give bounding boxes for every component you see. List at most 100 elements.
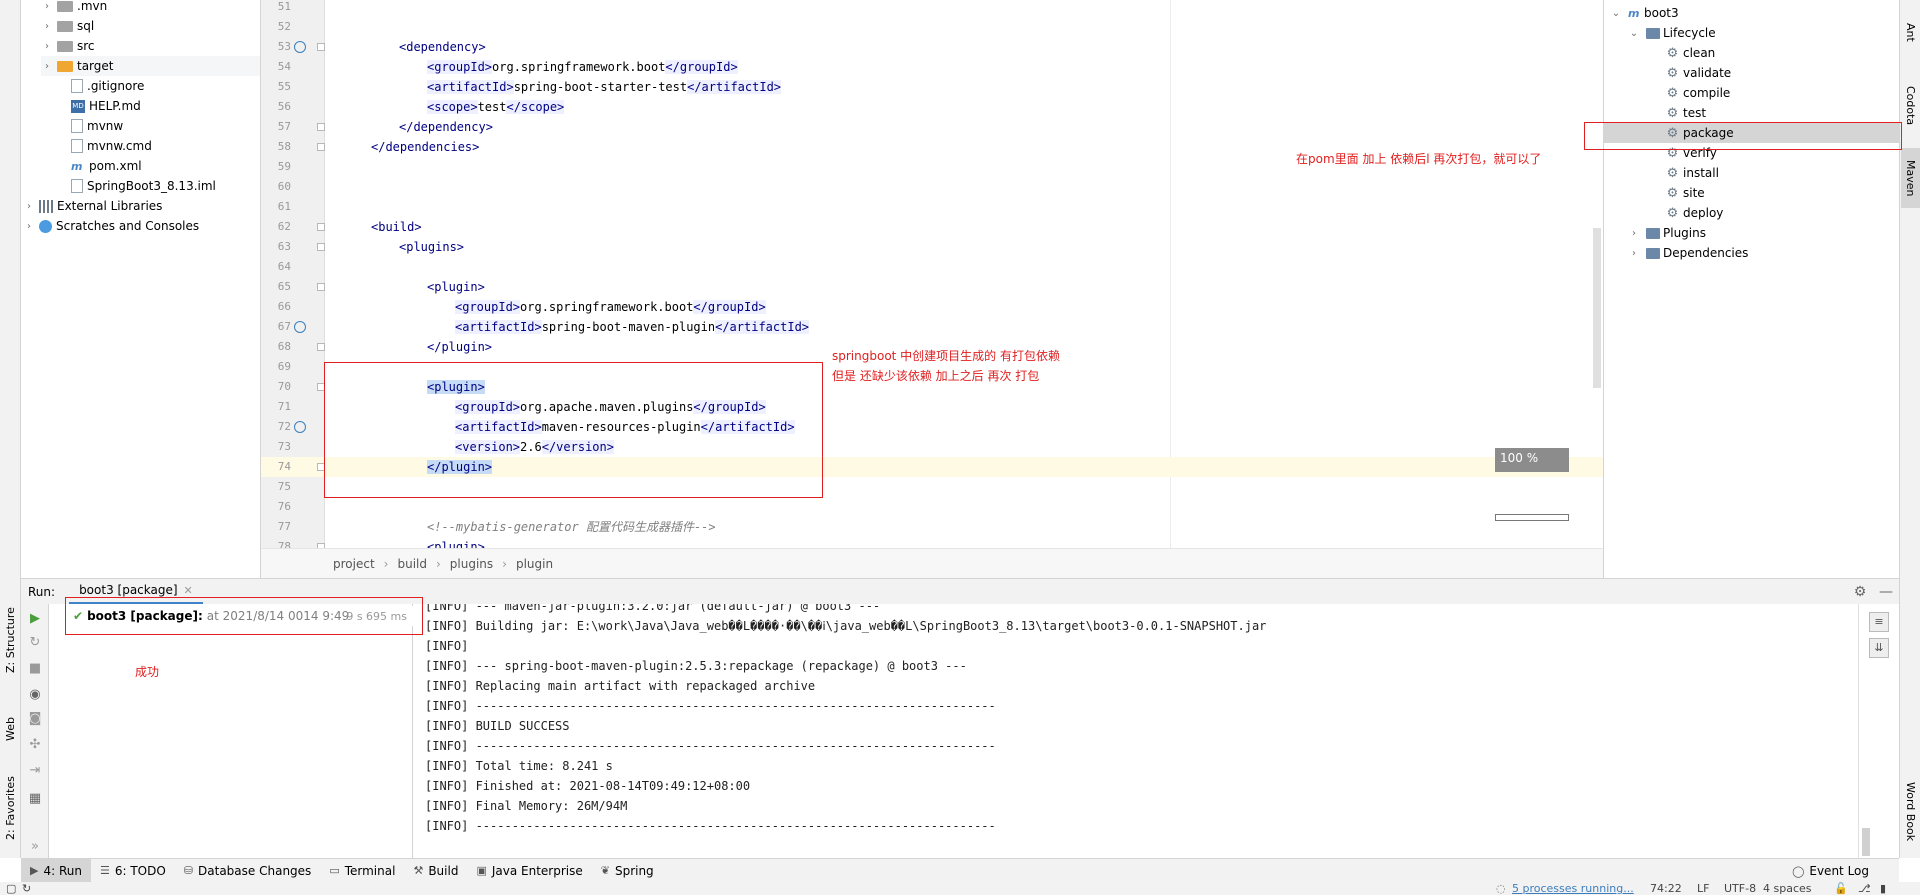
tree-item[interactable]: › target — [41, 56, 260, 76]
tree-item[interactable]: m pom.xml — [41, 156, 260, 176]
scroll-to-end-icon[interactable]: ⇊ — [1869, 638, 1889, 658]
web-tab[interactable]: Web — [1, 706, 20, 752]
maven-phase-compile[interactable]: ⚙ compile — [1604, 83, 1899, 103]
ant-tab[interactable]: Ant — [1901, 6, 1920, 58]
maven-phase-clean[interactable]: ⚙ clean — [1604, 43, 1899, 63]
codota-tab[interactable]: Codota — [1901, 74, 1920, 138]
java-enterprise-icon: ▣ — [476, 864, 487, 877]
git-icon[interactable]: ⎇ — [1858, 882, 1871, 895]
stop-icon[interactable]: ■ — [26, 660, 44, 678]
override-gutter-icon[interactable] — [294, 421, 306, 433]
fold-marker-icon[interactable] — [317, 243, 325, 251]
tree-item[interactable]: mvnw — [41, 116, 260, 136]
code-line: 61 — [261, 197, 1603, 217]
bottom-tab-terminal[interactable]: ▭ Terminal — [320, 859, 404, 883]
maven-phase-validate[interactable]: ⚙ validate — [1604, 63, 1899, 83]
camera-icon[interactable]: ◙ — [26, 710, 44, 728]
maven-plugins-node[interactable]: › Plugins — [1604, 223, 1899, 243]
tree-item[interactable]: .gitignore — [41, 76, 260, 96]
bottom-tab-java-enterprise[interactable]: ▣ Java Enterprise — [467, 859, 591, 883]
bottom-tab-database-changes[interactable]: ⛁ Database Changes — [175, 859, 321, 883]
code-text: <artifactId>spring-boot-maven-plugin</ar… — [455, 317, 810, 337]
fold-marker-icon[interactable] — [317, 143, 325, 151]
close-icon[interactable]: ✕ — [184, 584, 193, 597]
zoom-slider[interactable] — [1495, 514, 1569, 521]
maven-phase-package[interactable]: ⚙ package — [1604, 123, 1899, 143]
maven-dependencies-node[interactable]: › Dependencies — [1604, 243, 1899, 263]
eye-icon[interactable]: ◉ — [26, 686, 44, 704]
breadcrumb-item[interactable]: plugin — [516, 557, 553, 571]
file-encoding[interactable]: UTF-8 — [1724, 882, 1756, 895]
maven-lifecycle-node[interactable]: ⌄ Lifecycle — [1604, 23, 1899, 43]
maven-phase-install[interactable]: ⚙ install — [1604, 163, 1899, 183]
event-log-button[interactable]: ◯ Event Log — [1792, 859, 1869, 883]
project-tree-panel: › .mvn › sql › src › target .gitignore MD HELP.md m… — [21, 0, 261, 578]
bottom-tab-6-todo[interactable]: ☰ 6: TODO — [91, 859, 175, 883]
fold-marker-icon[interactable] — [317, 43, 325, 51]
maven-phase-site[interactable]: ⚙ site — [1604, 183, 1899, 203]
maven-phase-verify[interactable]: ⚙ verify — [1604, 143, 1899, 163]
console-scrollbar[interactable] — [1862, 828, 1870, 856]
xml-close-tag: </artifactId> — [715, 320, 810, 334]
toggle-skip-tests-icon[interactable]: ↻ — [26, 634, 44, 652]
more-icon[interactable]: » — [26, 838, 44, 856]
override-gutter-icon[interactable] — [294, 41, 306, 53]
caret-position[interactable]: 74:22 — [1650, 882, 1682, 895]
run-tab-boot3-package[interactable]: boot3 [package] ✕ — [69, 579, 203, 605]
breadcrumb-item[interactable]: plugins — [450, 557, 493, 571]
tree-item[interactable]: mvnw.cmd — [41, 136, 260, 156]
tree-item[interactable]: › Scratches and Consoles — [23, 216, 260, 236]
tree-item[interactable]: › src — [41, 36, 260, 56]
tree-item[interactable]: SpringBoot3_8.13.iml — [41, 176, 260, 196]
run-tree-item[interactable]: ✔ boot3 [package]: at 2021/8/14 0014 9:4… — [49, 606, 413, 626]
code-editor[interactable]: 51 52 53 <dependency> 54 <groupId>org.springf… — [261, 0, 1603, 578]
gear-icon[interactable]: ⚙ — [1851, 583, 1869, 601]
chevron-right-icon: › — [27, 220, 31, 232]
maven-phase-test[interactable]: ⚙ test — [1604, 103, 1899, 123]
structure-tab[interactable]: Z: Structure — [1, 606, 20, 674]
fold-marker-icon[interactable] — [317, 223, 325, 231]
word-book-tab[interactable]: Word Book — [1901, 772, 1920, 852]
file-icon — [71, 79, 83, 93]
lock-icon[interactable]: 🔓 — [1834, 882, 1848, 895]
database-icon: ⛁ — [183, 864, 194, 877]
layout-icon[interactable]: ▦ — [26, 790, 44, 808]
fold-marker-icon[interactable] — [317, 463, 325, 471]
fold-marker-icon[interactable] — [317, 123, 325, 131]
bottom-tab-build[interactable]: ⚒ Build — [404, 859, 467, 883]
file-icon — [71, 139, 83, 153]
fold-marker-icon[interactable] — [317, 283, 325, 291]
chevron-right-icon: › — [45, 0, 49, 12]
memory-icon[interactable]: ▮ — [1880, 882, 1886, 895]
processes-running-link[interactable]: 5 processes running... — [1512, 882, 1634, 895]
soft-wrap-icon[interactable]: ≡ — [1869, 612, 1889, 632]
run-label: Run: — [28, 584, 56, 599]
favorites-tab[interactable]: 2: Favorites — [1, 768, 20, 848]
console-output[interactable]: [INFO] --- maven-jar-plugin:3.2.0:jar (d… — [413, 604, 1858, 858]
tree-item[interactable]: › sql — [41, 16, 260, 36]
rerun-icon[interactable]: ▶ — [26, 610, 44, 628]
tree-item[interactable]: › External Libraries — [23, 196, 260, 216]
maven-tab[interactable]: Maven — [1901, 148, 1920, 208]
code-text: <build> — [371, 217, 422, 237]
tree-item[interactable]: › .mvn — [41, 0, 260, 16]
bottom-tab-spring[interactable]: ❦ Spring — [592, 859, 663, 883]
editor-scrollbar[interactable] — [1593, 228, 1601, 388]
maven-phase-deploy[interactable]: ⚙ deploy — [1604, 203, 1899, 223]
override-gutter-icon[interactable] — [294, 321, 306, 333]
line-separator[interactable]: LF — [1697, 882, 1709, 895]
line-number: 75 — [277, 480, 291, 493]
fold-marker-icon[interactable] — [317, 343, 325, 351]
pin-icon[interactable]: ✣ — [26, 736, 44, 754]
export-icon[interactable]: ⇥ — [26, 762, 44, 780]
layout-toggle-icon[interactable]: ▢ — [6, 882, 16, 895]
fold-marker-icon[interactable] — [317, 383, 325, 391]
breadcrumb-item[interactable]: project — [333, 557, 375, 571]
gear-icon: ⚙ — [1666, 145, 1679, 161]
minimize-icon[interactable]: — — [1877, 583, 1895, 601]
maven-root-boot3[interactable]: ⌄ m boot3 — [1604, 3, 1899, 23]
breadcrumb-item[interactable]: build — [397, 557, 427, 571]
bottom-tab-4-run[interactable]: ▶ 4: Run — [21, 858, 91, 883]
indent-setting[interactable]: 4 spaces — [1763, 882, 1812, 895]
tree-item[interactable]: MD HELP.md — [41, 96, 260, 116]
